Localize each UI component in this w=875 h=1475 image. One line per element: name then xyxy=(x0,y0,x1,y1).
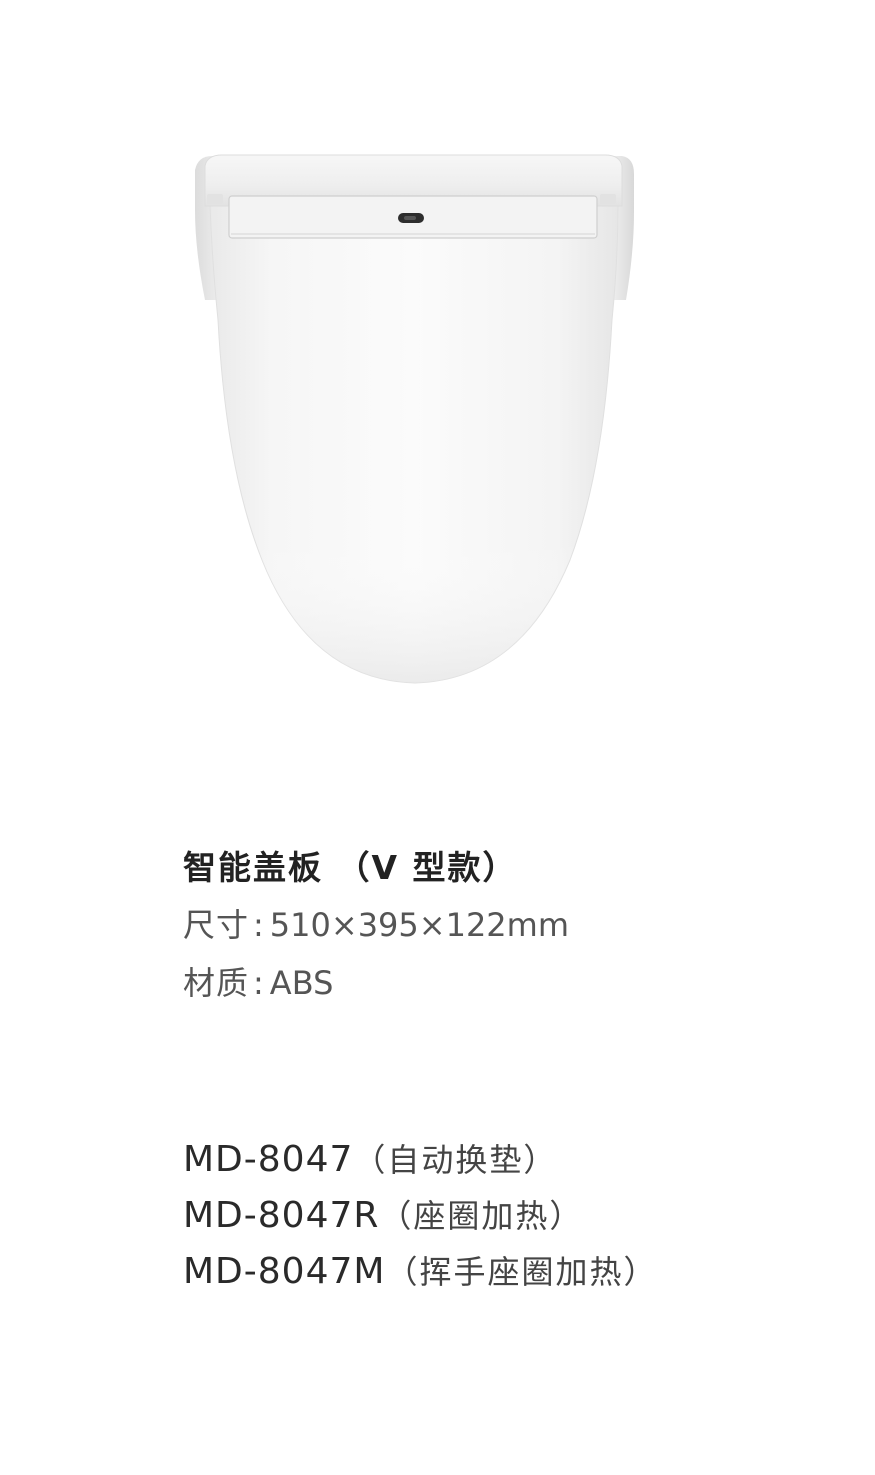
spec-size: 尺寸:510×395×122mm xyxy=(183,896,843,954)
product-image xyxy=(0,0,875,760)
spec-material-label: 材质 xyxy=(183,964,250,1002)
lid-shading xyxy=(210,205,618,683)
right-peg xyxy=(600,194,616,204)
model-code: MD-8047R xyxy=(183,1195,380,1236)
left-peg xyxy=(207,194,223,204)
model-description: （挥手座圈加热） xyxy=(385,1253,658,1291)
model-description: （自动换垫） xyxy=(353,1141,558,1179)
product-info: 智能盖板 （V 型款） 尺寸:510×395×122mm 材质: ABS MD-8… xyxy=(183,840,843,1300)
spec-material: 材质: ABS xyxy=(183,954,843,1012)
model-item: MD-8047R（座圈加热） xyxy=(183,1188,843,1244)
spec-size-label: 尺寸 xyxy=(183,906,250,944)
model-description: （座圈加热） xyxy=(379,1197,584,1235)
model-item: MD-8047M（挥手座圈加热） xyxy=(183,1244,843,1300)
spec-material-separator: : xyxy=(253,964,264,1002)
model-list: MD-8047（自动换垫） MD-8047R（座圈加热） MD-8047M（挥手… xyxy=(183,1132,843,1300)
spec-size-value: 510×395×122mm xyxy=(269,906,569,944)
spec-size-separator: : xyxy=(253,906,264,944)
model-code: MD-8047M xyxy=(183,1251,386,1292)
spec-material-value: ABS xyxy=(269,964,334,1002)
product-title: 智能盖板 （V 型款） xyxy=(183,848,518,887)
model-item: MD-8047（自动换垫） xyxy=(183,1132,843,1188)
model-code: MD-8047 xyxy=(183,1139,354,1180)
smart-toilet-cover-illustration xyxy=(195,154,634,684)
sensor-lens-icon xyxy=(404,216,416,220)
